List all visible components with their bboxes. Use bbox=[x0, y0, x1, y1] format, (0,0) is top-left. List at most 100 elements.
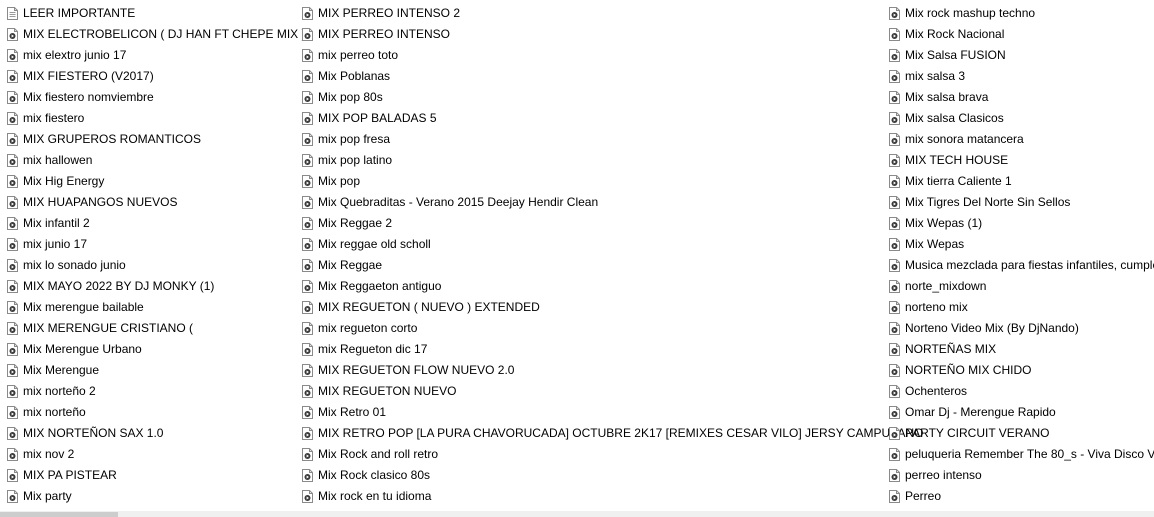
file-item[interactable]: Mix Salsa FUSION bbox=[889, 45, 1154, 66]
file-item[interactable]: MIX REGUETON FLOW NUEVO 2.0 bbox=[302, 360, 884, 381]
file-item[interactable]: MIX GRUPEROS ROMANTICOS bbox=[7, 129, 297, 150]
file-item[interactable]: Mix Rock Nacional bbox=[889, 24, 1154, 45]
file-item[interactable]: Mix fiestero nomviembre bbox=[7, 87, 297, 108]
file-item[interactable]: Omar Dj - Merengue Rapido bbox=[889, 402, 1154, 423]
file-item[interactable]: Mix merengue bailable bbox=[7, 297, 297, 318]
file-name: NORTEÑAS MIX bbox=[905, 342, 997, 356]
file-item[interactable]: mix junio 17 bbox=[7, 234, 297, 255]
media-file-icon bbox=[889, 238, 900, 251]
file-item[interactable]: Mix Merengue bbox=[7, 360, 297, 381]
file-item[interactable]: mix elextro junio 17 bbox=[7, 45, 297, 66]
file-item[interactable]: norte_mixdown bbox=[889, 276, 1154, 297]
file-item[interactable]: MIX HUAPANGOS NUEVOS bbox=[7, 192, 297, 213]
file-item[interactable]: perreo intenso bbox=[889, 465, 1154, 486]
file-item[interactable]: Mix Reggae 2 bbox=[302, 213, 884, 234]
file-item[interactable]: NORTEÑAS MIX bbox=[889, 339, 1154, 360]
file-item[interactable]: mix hallowen bbox=[7, 150, 297, 171]
file-item[interactable]: Mix Retro 01 bbox=[302, 402, 884, 423]
file-item[interactable]: Mix Poblanas bbox=[302, 66, 884, 87]
file-item[interactable]: mix perreo toto bbox=[302, 45, 884, 66]
file-item[interactable]: Mix Reggae bbox=[302, 255, 884, 276]
file-item[interactable]: MIX FIESTERO (V2017) bbox=[7, 66, 297, 87]
file-item[interactable]: mix Regueton dic 17 bbox=[302, 339, 884, 360]
file-item[interactable]: MIX PA PISTEAR bbox=[7, 465, 297, 486]
file-item[interactable]: Mix party bbox=[7, 486, 297, 507]
file-item[interactable]: Mix infantil 2 bbox=[7, 213, 297, 234]
file-item[interactable]: Mix pop bbox=[302, 171, 884, 192]
file-item[interactable]: Perreo bbox=[889, 486, 1154, 507]
file-name: MIX GRUPEROS ROMANTICOS bbox=[23, 132, 202, 146]
media-file-icon bbox=[7, 238, 18, 251]
file-item[interactable]: Musica mezclada para fiestas infantiles,… bbox=[889, 255, 1154, 276]
scrollbar-thumb[interactable] bbox=[0, 512, 118, 517]
file-item[interactable]: MIX REGUETON NUEVO bbox=[302, 381, 884, 402]
file-item[interactable]: NORTEÑO MIX CHIDO bbox=[889, 360, 1154, 381]
file-item[interactable]: mix regueton corto bbox=[302, 318, 884, 339]
file-name: Mix merengue bailable bbox=[23, 300, 144, 314]
file-item[interactable]: mix pop latino bbox=[302, 150, 884, 171]
file-name: NORTEÑO MIX CHIDO bbox=[905, 363, 1032, 377]
file-item[interactable]: mix lo sonado junio bbox=[7, 255, 297, 276]
file-item[interactable]: peluqueria Remember The 80_s - Viva Disc… bbox=[889, 444, 1154, 465]
file-item[interactable]: MIX RETRO POP [LA PURA CHAVORUCADA] OCTU… bbox=[302, 423, 923, 444]
media-file-icon bbox=[889, 28, 900, 41]
file-item[interactable]: Mix salsa Clasicos bbox=[889, 108, 1154, 129]
file-item[interactable]: mix sonora matancera bbox=[889, 129, 1154, 150]
file-item[interactable]: Mix Wepas bbox=[889, 234, 1154, 255]
file-item[interactable]: Mix Merengue Urbano bbox=[7, 339, 297, 360]
file-item[interactable]: mix pop fresa bbox=[302, 129, 884, 150]
media-file-icon bbox=[889, 7, 900, 20]
file-item[interactable]: MIX MERENGUE CRISTIANO ( bbox=[7, 318, 297, 339]
file-item[interactable]: MIX REGUETON ( NUEVO ) EXTENDED bbox=[302, 297, 884, 318]
file-name: mix sonora matancera bbox=[905, 132, 1024, 146]
file-name: Mix infantil 2 bbox=[23, 216, 90, 230]
media-file-icon bbox=[302, 133, 313, 146]
file-item[interactable]: MIX ELECTROBELICON ( DJ HAN FT CHEPE MIX… bbox=[7, 24, 305, 45]
file-item[interactable]: MIX TECH HOUSE bbox=[889, 150, 1154, 171]
file-item[interactable]: Mix reggae old scholl bbox=[302, 234, 884, 255]
file-item[interactable]: mix norteño bbox=[7, 402, 297, 423]
file-name: mix regueton corto bbox=[318, 321, 418, 335]
file-item[interactable]: Mix tierra Caliente 1 bbox=[889, 171, 1154, 192]
file-item[interactable]: MIX PERREO INTENSO 2 bbox=[302, 3, 884, 24]
horizontal-scrollbar[interactable] bbox=[0, 511, 1154, 517]
file-item[interactable]: mix fiestero bbox=[7, 108, 297, 129]
file-item[interactable]: MIX PERREO INTENSO bbox=[302, 24, 884, 45]
file-item[interactable]: Ochenteros bbox=[889, 381, 1154, 402]
media-file-icon bbox=[889, 133, 900, 146]
media-file-icon bbox=[302, 490, 313, 503]
file-name: mix elextro junio 17 bbox=[23, 48, 127, 62]
file-name: mix nov 2 bbox=[23, 447, 75, 461]
file-item[interactable]: MIX MAYO 2022 BY DJ MONKY (1) bbox=[7, 276, 297, 297]
file-item[interactable]: Mix salsa brava bbox=[889, 87, 1154, 108]
media-file-icon bbox=[889, 364, 900, 377]
file-item[interactable]: Mix Wepas (1) bbox=[889, 213, 1154, 234]
file-name: Mix salsa brava bbox=[905, 90, 989, 104]
file-column-3: Mix rock mashup techno Mix Rock Nacional M… bbox=[889, 3, 1154, 507]
file-item[interactable]: Mix Rock and roll retro bbox=[302, 444, 884, 465]
file-item[interactable]: Mix pop 80s bbox=[302, 87, 884, 108]
file-item[interactable]: Mix Hig Energy bbox=[7, 171, 297, 192]
file-item[interactable]: mix norteño 2 bbox=[7, 381, 297, 402]
file-item[interactable]: Mix rock mashup techno bbox=[889, 3, 1154, 24]
file-item[interactable]: mix salsa 3 bbox=[889, 66, 1154, 87]
file-item[interactable]: Mix Reggaeton antiguo bbox=[302, 276, 884, 297]
file-item[interactable]: mix nov 2 bbox=[7, 444, 297, 465]
file-name: MIX RETRO POP [LA PURA CHAVORUCADA] OCTU… bbox=[318, 426, 924, 440]
file-name: mix junio 17 bbox=[23, 237, 88, 251]
media-file-icon bbox=[302, 49, 313, 62]
file-item[interactable]: MIX POP BALADAS 5 bbox=[302, 108, 884, 129]
file-item[interactable]: Mix Quebraditas - Verano 2015 Deejay Hen… bbox=[302, 192, 884, 213]
file-name: MIX PERREO INTENSO 2 bbox=[318, 6, 461, 20]
file-item[interactable]: Norteno Video Mix (By DjNando) bbox=[889, 318, 1154, 339]
file-item[interactable]: Mix Tigres Del Norte Sin Sellos bbox=[889, 192, 1154, 213]
file-item[interactable]: LEER IMPORTANTE bbox=[7, 3, 297, 24]
file-item[interactable]: Mix rock en tu idioma bbox=[302, 486, 884, 507]
file-item[interactable]: norteno mix bbox=[889, 297, 1154, 318]
file-name: MIX REGUETON FLOW NUEVO 2.0 bbox=[318, 363, 515, 377]
file-item[interactable]: PARTY CIRCUIT VERANO bbox=[889, 423, 1154, 444]
file-item[interactable]: Mix Rock clasico 80s bbox=[302, 465, 884, 486]
media-file-icon bbox=[7, 469, 18, 482]
file-item[interactable]: MIX NORTEÑON SAX 1.0 bbox=[7, 423, 297, 444]
media-file-icon bbox=[889, 301, 900, 314]
